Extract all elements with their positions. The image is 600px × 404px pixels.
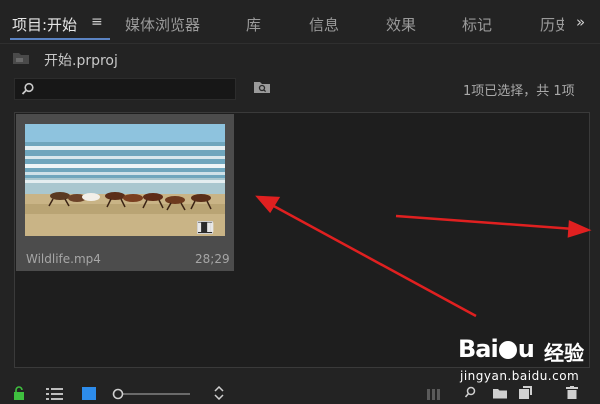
- watermark-url: jingyan.baidu.com: [460, 369, 580, 383]
- lock-icon[interactable]: [13, 386, 25, 404]
- zoom-slider[interactable]: [112, 388, 192, 404]
- list-view-icon[interactable]: [46, 387, 64, 404]
- trash-icon[interactable]: [566, 386, 578, 403]
- sort-icon[interactable]: [214, 385, 224, 404]
- new-bin-icon[interactable]: [493, 387, 507, 403]
- annotation-arrow-right: [395, 214, 575, 231]
- watermark-cn: 经验: [544, 341, 584, 365]
- new-item-icon[interactable]: [519, 386, 532, 403]
- freeform-view-icon[interactable]: [427, 387, 443, 404]
- find-icon[interactable]: [464, 386, 476, 403]
- annotation-arrowhead-right: [567, 220, 592, 238]
- annotation-arrowhead-clip: [255, 195, 281, 214]
- icon-view-icon[interactable]: [82, 387, 96, 404]
- watermark-brand: Bai u: [458, 335, 535, 363]
